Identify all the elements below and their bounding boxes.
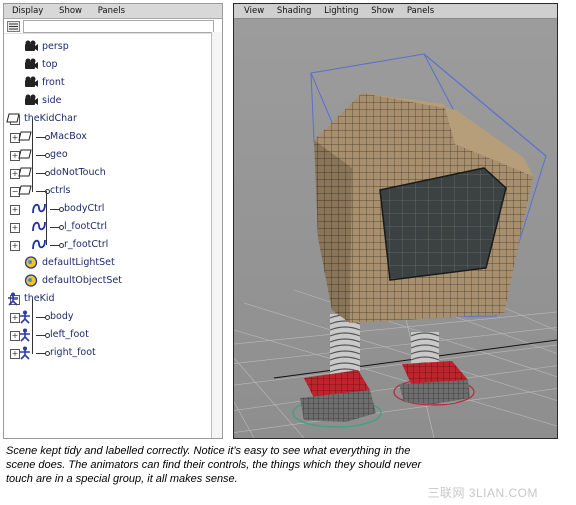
expand-icon[interactable]: + [10, 205, 20, 215]
perspective-viewport[interactable]: View Shading Lighting Show Panels [233, 3, 558, 439]
joint-icon [18, 346, 32, 367]
outliner-item-label: persp [42, 41, 69, 52]
outliner-item-defaultobjectset[interactable]: defaultObjectSet [4, 272, 209, 290]
menu-display[interactable]: Display [12, 6, 43, 16]
outliner-item-label: defaultLightSet [42, 257, 115, 268]
outliner-item-label: defaultObjectSet [42, 275, 122, 286]
tree-connector [46, 191, 47, 245]
outliner-item-l-footctrl[interactable]: + l_footCtrl [4, 218, 209, 236]
outliner-item-label: doNotTouch [50, 167, 106, 178]
outliner-item-persp[interactable]: persp [4, 38, 209, 56]
outliner-item-front[interactable]: front [4, 74, 209, 92]
outliner-menubar: Display Show Panels [4, 4, 222, 19]
outliner-item-bodyctrl[interactable]: + bodyCtrl [4, 200, 209, 218]
scene-render [234, 18, 557, 438]
outliner-item-label: front [42, 77, 65, 88]
outliner-item-body[interactable]: + body [4, 308, 209, 326]
outliner-panel: Display Show Panels persp top front side −th… [3, 3, 223, 439]
menu-lighting[interactable]: Lighting [324, 6, 358, 16]
outliner-item-label: l_footCtrl [64, 221, 107, 232]
menu-shading[interactable]: Shading [277, 6, 312, 16]
expand-icon[interactable]: + [10, 241, 20, 251]
outliner-item-label: left_foot [50, 329, 89, 340]
outliner-item-thekidchar[interactable]: −theKidChar [4, 110, 209, 128]
menu-show[interactable]: Show [59, 6, 82, 16]
figure-caption: Scene kept tidy and labelled correctly. … [6, 445, 422, 485]
outliner-search-row [4, 19, 222, 34]
outliner-scrollbar[interactable] [211, 32, 222, 438]
tree-connector [32, 299, 33, 354]
outliner-item-label: r_footCtrl [64, 239, 109, 250]
outliner-item-macbox[interactable]: + MacBox [4, 128, 209, 146]
watermark: 三联网 3LIAN.COM [427, 486, 538, 500]
outliner-item-label: bodyCtrl [64, 203, 105, 214]
outliner-item-top[interactable]: top [4, 56, 209, 74]
filter-icon [9, 23, 18, 29]
outliner-item-label: side [42, 95, 62, 106]
outliner-item-right-foot[interactable]: + right_foot [4, 344, 209, 362]
outliner-item-label: body [50, 311, 74, 322]
outliner-item-left-foot[interactable]: + left_foot [4, 326, 209, 344]
menu-panels[interactable]: Panels [407, 6, 434, 16]
outliner-item-geo[interactable]: + geo [4, 146, 209, 164]
menu-view[interactable]: View [244, 6, 264, 16]
outliner-item-label: top [42, 59, 58, 70]
outliner-item-label: geo [50, 149, 68, 160]
outliner-item-side[interactable]: side [4, 92, 209, 110]
outliner-tree: persptopfrontside−theKidChar+MacBox+geo+… [4, 38, 222, 368]
tree-connector [32, 119, 33, 192]
outliner-item-donottouch[interactable]: + doNotTouch [4, 164, 209, 182]
left-leg-spring [329, 314, 361, 378]
outliner-item-thekid[interactable]: − theKid [4, 290, 209, 308]
menu-panels[interactable]: Panels [98, 6, 125, 16]
menu-show[interactable]: Show [371, 6, 394, 16]
outliner-item-label: ctrls [50, 185, 71, 196]
expand-icon[interactable]: + [10, 223, 20, 233]
outliner-item-label: MacBox [50, 131, 87, 142]
viewport-menubar: View Shading Lighting Show Panels [234, 4, 557, 19]
outliner-search-input[interactable] [23, 19, 214, 33]
outliner-item-ctrls[interactable]: − ctrls [4, 182, 209, 200]
filter-icon-button[interactable] [7, 20, 20, 32]
outliner-item-defaultlightset[interactable]: defaultLightSet [4, 254, 209, 272]
outliner-item-label: theKid [24, 293, 55, 304]
outliner-item-r-footctrl[interactable]: + r_footCtrl [4, 236, 209, 254]
outliner-item-label: right_foot [50, 347, 96, 358]
